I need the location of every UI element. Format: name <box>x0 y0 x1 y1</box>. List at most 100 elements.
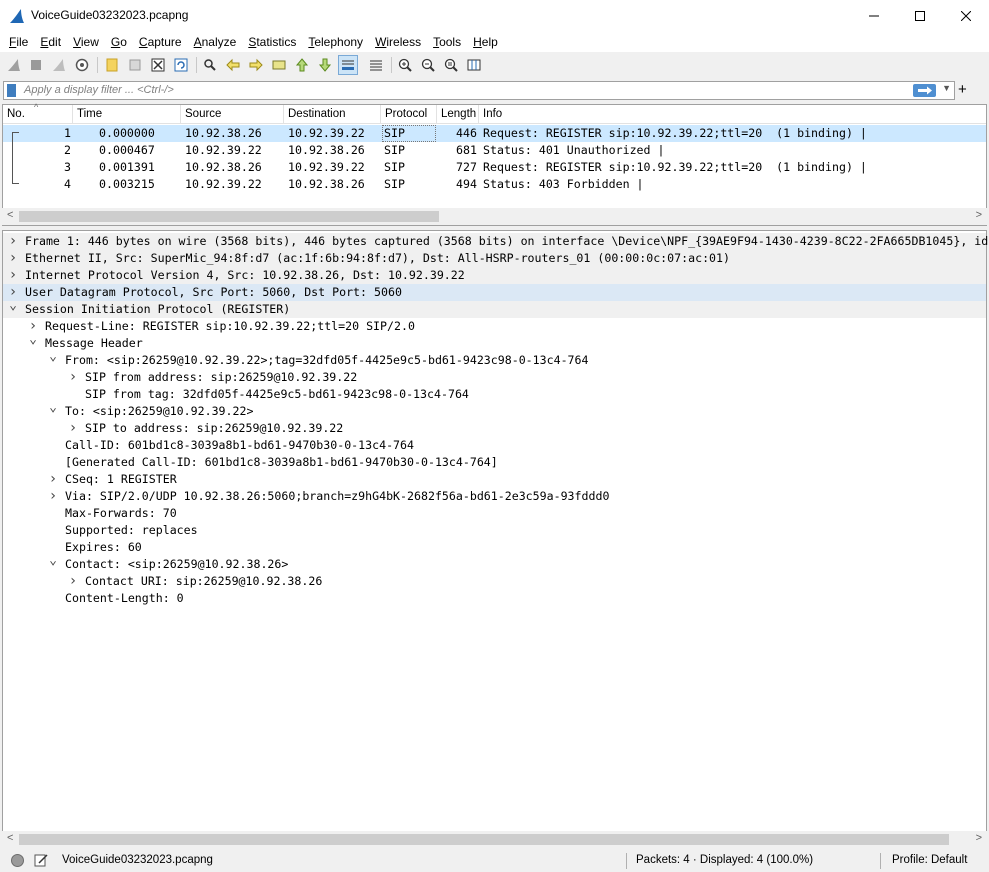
zoom-normal-button[interactable] <box>441 55 461 75</box>
chevron-right-icon[interactable]: › <box>7 250 19 267</box>
open-file-button[interactable] <box>102 55 122 75</box>
scroll-right-icon[interactable]: > <box>976 832 982 844</box>
detail-row[interactable]: › Internet Protocol Version 4, Src: 10.92… <box>3 267 986 284</box>
detail-row[interactable]: › Ethernet II, Src: SuperMic_94:8f:d7 (ac… <box>3 250 986 267</box>
menu-analyze[interactable]: Analyze <box>188 32 243 52</box>
packet-row[interactable]: 4 0.003215 10.92.39.22 10.92.38.26 SIP 494 Sta… <box>3 176 986 193</box>
detail-row[interactable]: Expires: 60 <box>3 539 986 556</box>
restart-capture-button[interactable] <box>49 55 69 75</box>
go-last-packet-button[interactable] <box>315 55 335 75</box>
packet-row[interactable]: 2 0.000467 10.92.39.22 10.92.38.26 SIP 681 Sta… <box>3 142 986 159</box>
packet-row[interactable]: 3 0.001391 10.92.38.26 10.92.39.22 SIP 727 Req… <box>3 159 986 176</box>
menu-tools[interactable]: Tools <box>427 32 467 52</box>
detail-row[interactable]: ⌄ Contact: <sip:26259@10.92.38.26> <box>3 554 986 573</box>
detail-row[interactable]: Max-Forwards: 70 <box>3 505 986 522</box>
menu-statistics[interactable]: Statistics <box>242 32 302 52</box>
detail-row[interactable]: ⌄ Message Header <box>3 333 986 352</box>
display-filter-input[interactable]: Apply a display filter ... <Ctrl-/> ▼ <box>3 81 955 100</box>
resize-columns-button[interactable] <box>464 55 484 75</box>
menu-help[interactable]: Help <box>467 32 504 52</box>
stop-capture-button[interactable] <box>26 55 46 75</box>
menu-go[interactable]: Go <box>105 32 133 52</box>
bookmark-icon[interactable] <box>7 84 16 97</box>
chevron-down-icon[interactable]: ⌄ <box>47 350 59 369</box>
capture-options-button[interactable] <box>72 55 92 75</box>
menu-file[interactable]: File <box>3 32 34 52</box>
close-file-button[interactable] <box>148 55 168 75</box>
column-header-source[interactable]: Source <box>181 105 284 124</box>
column-header-destination[interactable]: Destination <box>284 105 381 124</box>
auto-scroll-button[interactable] <box>338 55 358 75</box>
details-hscroll[interactable]: < > <box>2 831 987 848</box>
add-filter-button[interactable]: + <box>958 81 967 98</box>
chevron-right-icon[interactable]: › <box>47 471 59 488</box>
detail-row[interactable]: › SIP to address: sip:26259@10.92.39.22 <box>3 420 986 437</box>
scroll-thumb[interactable] <box>19 211 439 222</box>
go-to-packet-button[interactable] <box>269 55 289 75</box>
detail-text: To: <sip:26259@10.92.39.22> <box>65 404 254 418</box>
detail-row[interactable]: ⌄ To: <sip:26259@10.92.39.22> <box>3 401 986 420</box>
chevron-down-icon[interactable]: ⌄ <box>47 554 59 573</box>
menu-telephony[interactable]: Telephony <box>302 32 369 52</box>
title-bar: VoiceGuide03232023.pcapng <box>0 0 989 31</box>
go-back-button[interactable] <box>223 55 243 75</box>
go-forward-button[interactable] <box>246 55 266 75</box>
column-header-protocol[interactable]: Protocol <box>381 105 437 124</box>
chevron-right-icon[interactable]: › <box>67 420 79 437</box>
packet-row[interactable]: 1 0.000000 10.92.38.26 10.92.39.22 SIP 446 Req… <box>3 125 986 142</box>
cell-length: 727 <box>456 160 477 174</box>
edit-comment-icon[interactable] <box>34 853 48 867</box>
detail-row[interactable]: › Contact URI: sip:26259@10.92.38.26 <box>3 573 986 590</box>
reload-file-button[interactable] <box>171 55 191 75</box>
detail-row[interactable]: Call-ID: 601bd1c8-3039a8b1-bd61-9470b30-… <box>3 437 986 454</box>
chevron-down-icon[interactable]: ⌄ <box>47 401 59 420</box>
minimize-button[interactable] <box>851 0 897 31</box>
scroll-left-icon[interactable]: < <box>7 209 13 221</box>
menu-wireless[interactable]: Wireless <box>369 32 427 52</box>
chevron-right-icon[interactable]: › <box>67 573 79 590</box>
detail-row[interactable]: Supported: replaces <box>3 522 986 539</box>
menu-edit[interactable]: Edit <box>34 32 67 52</box>
column-header-length[interactable]: Length <box>437 105 479 124</box>
detail-row[interactable]: Content-Length: 0 <box>3 590 986 607</box>
detail-row[interactable]: ⌄ From: <sip:26259@10.92.39.22>;tag=32dfd… <box>3 350 986 369</box>
close-button[interactable] <box>943 0 989 31</box>
chevron-right-icon[interactable]: › <box>7 233 19 250</box>
column-header-info[interactable]: Info <box>479 105 986 124</box>
packet-list-hscroll[interactable]: < > <box>2 208 987 225</box>
detail-row[interactable]: ⌄ Session Initiation Protocol (REGISTER) <box>3 299 986 318</box>
start-capture-button[interactable] <box>4 55 24 75</box>
scroll-right-icon[interactable]: > <box>976 209 982 221</box>
find-packet-button[interactable] <box>200 55 220 75</box>
chevron-right-icon[interactable]: › <box>7 267 19 284</box>
detail-row[interactable]: › SIP from address: sip:26259@10.92.39.22 <box>3 369 986 386</box>
apply-filter-button[interactable] <box>913 84 936 97</box>
menu-capture[interactable]: Capture <box>133 32 188 52</box>
detail-row[interactable]: › User Datagram Protocol, Src Port: 5060,… <box>3 284 986 301</box>
status-profile[interactable]: Profile: Default <box>892 854 967 866</box>
column-header-no[interactable]: No. <box>3 105 73 124</box>
go-first-packet-button[interactable] <box>292 55 312 75</box>
detail-row[interactable]: [Generated Call-ID: 601bd1c8-3039a8b1-bd… <box>3 454 986 471</box>
scroll-left-icon[interactable]: < <box>7 832 13 844</box>
menu-view[interactable]: View <box>67 32 105 52</box>
detail-row[interactable]: › CSeq: 1 REGISTER <box>3 471 986 488</box>
colorize-button[interactable] <box>366 55 386 75</box>
chevron-down-icon[interactable]: ⌄ <box>7 299 19 318</box>
chevron-down-icon[interactable]: ⌄ <box>27 333 39 352</box>
save-file-button[interactable] <box>125 55 145 75</box>
capture-status-icon[interactable] <box>11 854 24 867</box>
filter-history-dropdown[interactable]: ▼ <box>942 83 951 93</box>
chevron-right-icon[interactable]: › <box>47 488 59 505</box>
zoom-in-button[interactable] <box>395 55 415 75</box>
detail-row[interactable]: › Frame 1: 446 bytes on wire (3568 bits),… <box>3 233 988 250</box>
detail-row[interactable]: SIP from tag: 32dfd05f-4425e9c5-bd61-942… <box>3 386 986 403</box>
column-header-time[interactable]: Time <box>73 105 181 124</box>
chevron-right-icon[interactable]: › <box>67 369 79 386</box>
zoom-out-button[interactable] <box>418 55 438 75</box>
detail-row[interactable]: › Request-Line: REGISTER sip:10.92.39.22;… <box>3 318 986 335</box>
maximize-button[interactable] <box>897 0 943 31</box>
detail-row[interactable]: › Via: SIP/2.0/UDP 10.92.38.26:5060;branc… <box>3 488 986 505</box>
cell-destination: 10.92.38.26 <box>288 177 365 191</box>
scroll-thumb[interactable] <box>19 834 949 845</box>
